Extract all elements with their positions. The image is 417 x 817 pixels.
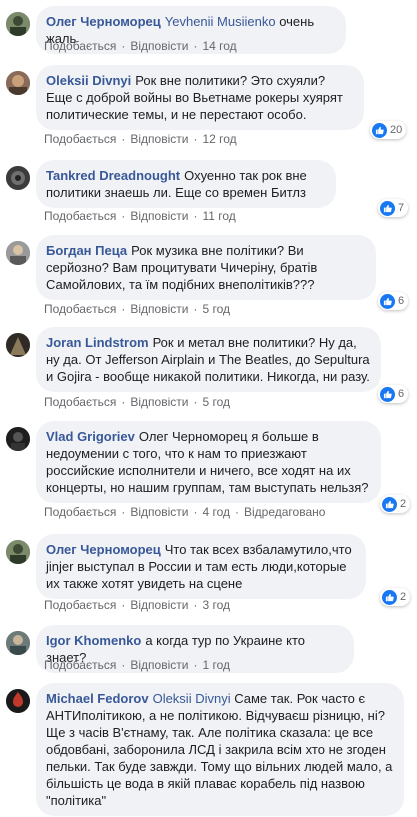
avatar-image-icon	[6, 241, 30, 265]
like-reaction-icon	[382, 496, 397, 512]
edited-label[interactable]: Відредаговано	[244, 505, 325, 519]
comment-time[interactable]: 5 год	[202, 302, 230, 316]
avatar[interactable]	[6, 540, 30, 564]
like-reaction-icon	[382, 589, 397, 605]
comment-actions: Подобається · Відповісти · 5 год	[44, 395, 230, 409]
comment-actions: Подобається · Відповісти · 1 год	[44, 658, 230, 672]
comment-actions: Подобається · Відповісти · 12 год	[44, 132, 237, 146]
reaction-count: 7	[398, 202, 405, 214]
avatar[interactable]	[6, 241, 30, 265]
comment-time[interactable]: 5 год	[202, 395, 230, 409]
comment-actions: Подобається · Відповісти · 11 год	[44, 209, 236, 223]
comment-actions: Подобається · Відповісти · 5 год	[44, 302, 230, 316]
like-reaction-icon	[380, 293, 395, 309]
comment-author[interactable]: Oleksii Divnyi	[46, 73, 131, 88]
comment-author[interactable]: Vlad Grigoriev	[46, 429, 135, 444]
avatar-image-icon	[6, 540, 30, 564]
reactions-badge[interactable]: 20	[370, 121, 407, 139]
avatar-image-icon	[6, 427, 30, 451]
avatar-image-icon	[6, 689, 30, 713]
avatar[interactable]	[6, 427, 30, 451]
comment-author[interactable]: Олег Черноморец	[46, 14, 161, 29]
comment-time[interactable]: 3 год	[202, 598, 230, 612]
avatar[interactable]	[6, 12, 30, 36]
comment-bubble: Vlad Grigoriev Олег Черноморец я больше в…	[36, 421, 381, 503]
reply-link[interactable]: Відповісти	[130, 132, 188, 146]
comment-bubble: Joran Lindstrom Рок и метал вне политики?…	[36, 327, 381, 392]
comment-time[interactable]: 11 год	[202, 209, 235, 223]
reply-link[interactable]: Відповісти	[130, 209, 188, 223]
like-reaction-icon	[380, 386, 395, 402]
reactions-badge[interactable]: 6	[378, 292, 409, 310]
comment-mention[interactable]: Yevhenii Musiienko	[165, 14, 276, 29]
comment-mention[interactable]: Oleksii Divnyi	[153, 691, 231, 706]
avatar-image-icon	[6, 12, 30, 36]
like-link[interactable]: Подобається	[44, 658, 116, 672]
like-link[interactable]: Подобається	[44, 302, 116, 316]
reply-link[interactable]: Відповісти	[130, 658, 188, 672]
reply-link[interactable]: Відповісти	[130, 598, 188, 612]
comment-actions: Подобається · Відповісти · 4 год · Відредагова…	[44, 505, 326, 519]
comment-author[interactable]: Michael Fedorov	[46, 691, 149, 706]
comment-actions: Подобається · Відповісти · 3 год	[44, 598, 230, 612]
avatar[interactable]	[6, 166, 30, 190]
like-link[interactable]: Подобається	[44, 395, 116, 409]
comment-time[interactable]: 4 год	[202, 505, 230, 519]
like-link[interactable]: Подобається	[44, 132, 116, 146]
comment-bubble: Michael Fedorov Oleksii Divnyi Саме так. …	[36, 683, 404, 816]
avatar[interactable]	[6, 689, 30, 713]
avatar-image-icon	[6, 631, 30, 655]
reaction-count: 6	[398, 295, 405, 307]
reactions-badge[interactable]: 7	[378, 199, 409, 217]
comment-bubble: Богдан Пеца Рок музика вне політики? Ви с…	[36, 235, 376, 300]
reply-link[interactable]: Відповісти	[130, 505, 188, 519]
reply-link[interactable]: Відповісти	[130, 302, 188, 316]
like-link[interactable]: Подобається	[44, 39, 116, 53]
avatar[interactable]	[6, 631, 30, 655]
like-reaction-icon	[372, 122, 387, 138]
like-reaction-icon	[380, 200, 395, 216]
avatar[interactable]	[6, 333, 30, 357]
comment-bubble: Олег Черноморец Что так всех взбаламутило…	[36, 534, 366, 599]
like-link[interactable]: Подобається	[44, 209, 116, 223]
avatar[interactable]	[6, 71, 30, 95]
reaction-count: 2	[400, 591, 407, 603]
comment-author[interactable]: Олег Черноморец	[46, 542, 161, 557]
comment-author[interactable]: Богдан Пеца	[46, 243, 127, 258]
comment-text: Саме так. Рок часто є АНТИполітикою, а н…	[46, 691, 397, 808]
comment-time[interactable]: 14 год	[202, 39, 236, 53]
comment-author[interactable]: Igor Khomenko	[46, 633, 141, 648]
like-link[interactable]: Подобається	[44, 598, 116, 612]
comment-time[interactable]: 1 год	[202, 658, 230, 672]
avatar-image-icon	[6, 71, 30, 95]
reply-link[interactable]: Відповісти	[130, 395, 188, 409]
reactions-badge[interactable]: 2	[380, 588, 411, 606]
reply-link[interactable]: Відповісти	[130, 39, 188, 53]
reaction-count: 2	[400, 498, 407, 510]
avatar-image-icon	[6, 333, 30, 357]
comment-author[interactable]: Joran Lindstrom	[46, 335, 149, 350]
reaction-count: 20	[390, 124, 403, 136]
reactions-badge[interactable]: 2	[380, 495, 411, 513]
like-link[interactable]: Подобається	[44, 505, 116, 519]
comment-bubble: Tankred Dreadnought Охуенно так рок вне п…	[36, 160, 336, 208]
reactions-badge[interactable]: 6	[378, 385, 409, 403]
reaction-count: 6	[398, 388, 405, 400]
avatar-image-icon	[6, 166, 30, 190]
comment-time[interactable]: 12 год	[202, 132, 236, 146]
comment-actions: Подобається · Відповісти · 14 год	[44, 39, 237, 53]
comment-bubble: Oleksii Divnyi Рок вне политики? Это схуя…	[36, 65, 364, 130]
comment-author[interactable]: Tankred Dreadnought	[46, 168, 180, 183]
